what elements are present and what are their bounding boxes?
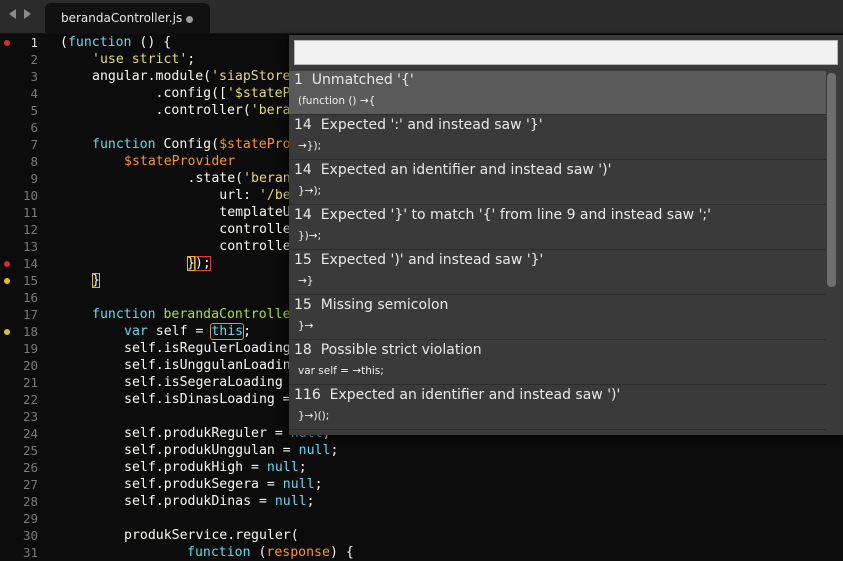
lint-filter-input[interactable] <box>294 40 838 65</box>
code-line: $stateProvider <box>124 154 236 169</box>
code-line: .config(['$stateP <box>92 86 291 101</box>
code-line: function Config($statePro <box>92 137 291 152</box>
code-line: self.produkUnggulan = null; <box>124 443 339 458</box>
lint-error-message: 18 Possible strict violation <box>294 342 482 358</box>
code-line: self.isUnggulanLoadin <box>124 358 291 373</box>
unsaved-dot-icon[interactable] <box>186 16 193 23</box>
code-line: } <box>92 273 100 288</box>
code-line: var self = this; <box>124 323 252 340</box>
lint-errors-panel: 1 Unmatched '{' (function () →{ 14 Expecte… <box>289 35 843 435</box>
nav-forward-icon[interactable] <box>24 9 31 19</box>
code-line: .state('beran <box>124 171 291 186</box>
lint-error-item[interactable]: 14 Expected ':' and instead saw '}' →}); <box>289 116 826 160</box>
lint-error-code: var self = →this; <box>298 365 384 377</box>
lint-error-code: })→; <box>298 230 322 242</box>
lint-error-message: 14 Expected an identifier and instead sa… <box>294 162 612 178</box>
line-number: 6 <box>30 120 38 135</box>
lint-scrollbar[interactable] <box>827 73 836 287</box>
lint-error-item[interactable]: 18 Possible strict violation var self = →… <box>289 341 826 385</box>
code-line: self.produkSegera = null; <box>124 477 323 492</box>
lint-error-message: 116 Expected an identifier and instead s… <box>294 387 621 403</box>
line-number: 23 <box>22 409 38 424</box>
line-number: 29 <box>22 511 38 526</box>
lint-error-message: 14 Expected '}' to match '{' from line 9… <box>294 207 711 223</box>
tab-title: berandaController.js <box>61 11 183 25</box>
line-number: 16 <box>22 290 38 305</box>
lint-error-item[interactable]: 1 Unmatched '{' (function () →{ <box>289 71 826 115</box>
code-line: .controller('bera <box>92 103 291 118</box>
lint-error-code: (function () →{ <box>298 95 376 107</box>
code-line: function (response) { <box>187 545 354 560</box>
code-line: self.produkDinas = null; <box>124 494 315 509</box>
lint-error-message: 15 Missing semicolon <box>294 297 449 313</box>
lint-error-code: }→ <box>298 320 314 332</box>
lint-error-list: 1 Unmatched '{' (function () →{ 14 Expecte… <box>289 71 826 431</box>
lint-error-code: →} <box>298 275 314 287</box>
code-line: 'use strict'; <box>92 52 196 67</box>
code-line: self.isSegeraLoading <box>124 375 283 390</box>
code-line: url: '/be <box>124 188 291 203</box>
code-line: controlle <box>124 239 291 254</box>
lint-error-code: }→); <box>298 185 322 197</box>
code-line: controlle <box>124 222 291 237</box>
code-line: self.isRegulerLoading <box>124 341 291 356</box>
lint-error-item[interactable]: 116 Expected an identifier and instead s… <box>289 386 826 430</box>
code-line: self.produkHigh = null; <box>124 460 307 475</box>
lint-error-message: 14 Expected ':' and instead saw '}' <box>294 117 543 133</box>
lint-error-item[interactable]: 14 Expected '}' to match '{' from line 9… <box>289 206 826 250</box>
lint-error-message: 1 Unmatched '{' <box>294 72 414 88</box>
lint-error-item[interactable]: 15 Missing semicolon }→ <box>289 296 826 340</box>
lint-error-item[interactable]: 15 Expected ')' and instead saw '}' →} <box>289 251 826 295</box>
code-line: angular.module('siapStore <box>92 69 291 84</box>
code-line: templateU <box>124 205 291 220</box>
lint-error-code: →}); <box>298 140 322 152</box>
lint-error-message: 15 Expected ')' and instead saw '}' <box>294 252 544 268</box>
code-line: produkService.reguler( <box>124 528 299 543</box>
gutter-row: 29 <box>0 510 843 527</box>
tab-bar: berandaController.js <box>0 0 843 34</box>
lint-error-item[interactable]: 14 Expected an identifier and instead sa… <box>289 161 826 205</box>
code-line: (function () { <box>60 35 172 50</box>
code-line: function berandaControlle <box>92 307 291 322</box>
code-line: }); <box>187 256 211 271</box>
nav-back-icon[interactable] <box>9 9 16 19</box>
lint-error-code: }→)(); <box>298 410 330 422</box>
file-tab[interactable]: berandaController.js <box>45 3 210 34</box>
